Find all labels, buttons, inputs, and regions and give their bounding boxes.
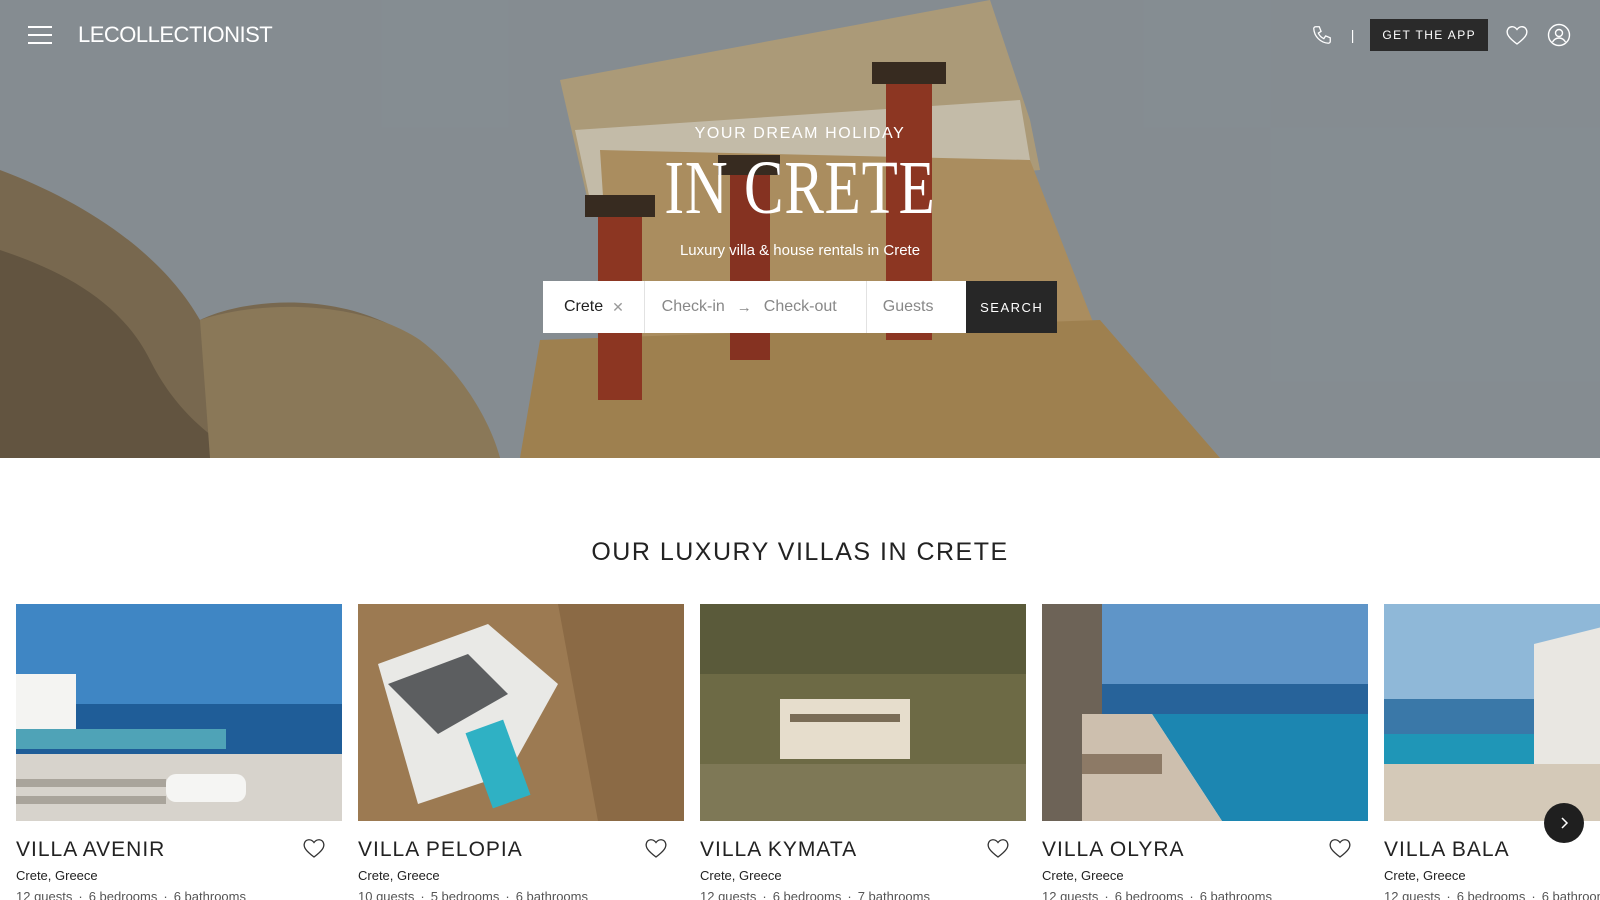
destination-value: Crete [564, 298, 604, 315]
search-button[interactable]: SEARCH [966, 281, 1058, 333]
villa-bedrooms: 6 bedrooms [1456, 889, 1526, 900]
menu-icon[interactable] [28, 24, 52, 46]
villa-name[interactable]: VILLA AVENIR [16, 838, 165, 862]
villa-bathrooms: 6 bathrooms [1199, 889, 1272, 900]
villa-image[interactable] [700, 604, 1026, 821]
logo[interactable]: LECOLLECTIONIST [78, 22, 273, 48]
meta-dot: · [78, 889, 83, 900]
heart-icon[interactable] [1502, 20, 1532, 50]
villa-details: 12 guests · 6 bedrooms · 6 bathrooms [1384, 889, 1600, 900]
villa-card[interactable]: VILLA OLYRA Crete, Greece 12 guests · 6 be… [1042, 604, 1368, 900]
villa-bathrooms: 6 bathrooms [173, 889, 246, 900]
villa-bedrooms: 5 bedrooms [430, 889, 500, 900]
meta-dot: · [847, 889, 852, 900]
heart-icon[interactable] [302, 837, 328, 861]
villa-guests: 10 guests [358, 889, 415, 900]
meta-dot: · [1189, 889, 1194, 900]
villa-card[interactable]: VILLA KYMATA Crete, Greece 12 guests · 6 b… [700, 604, 1026, 900]
villa-bathrooms: 6 bathrooms [515, 889, 588, 900]
chevron-right-icon[interactable] [1544, 803, 1584, 843]
top-actions: | GET THE APP [1307, 19, 1574, 51]
villa-name[interactable]: VILLA OLYRA [1042, 838, 1185, 862]
heart-icon[interactable] [1328, 837, 1354, 861]
guests-field[interactable]: Guests [867, 281, 967, 333]
checkin-placeholder[interactable]: Check-in [662, 298, 725, 316]
villa-card[interactable]: VILLA PELOPIA Crete, Greece 10 guests · 5 … [358, 604, 684, 900]
checkout-placeholder[interactable]: Check-out [764, 298, 837, 316]
villa-name[interactable]: VILLA PELOPIA [358, 838, 523, 862]
villa-details: 10 guests · 5 bedrooms · 6 bathrooms [358, 889, 588, 900]
phone-icon[interactable] [1307, 20, 1337, 50]
villa-guests: 12 guests [1042, 889, 1099, 900]
meta-dot: · [1104, 889, 1109, 900]
meta-dot: · [1446, 889, 1451, 900]
villa-details: 12 guests · 6 bedrooms · 7 bathrooms [700, 889, 930, 900]
villa-card[interactable]: VILLA BALA Crete, Greece 12 guests · 6 bed… [1384, 604, 1600, 900]
villa-image[interactable] [1384, 604, 1600, 821]
user-icon[interactable] [1544, 20, 1574, 50]
villa-location: Crete, Greece [1384, 868, 1466, 883]
villa-guests: 12 guests [16, 889, 73, 900]
date-range-field[interactable]: Check-in → Check-out [645, 281, 867, 333]
villa-image[interactable] [1042, 604, 1368, 821]
villa-details: 12 guests · 6 bedrooms · 6 bathrooms [16, 889, 246, 900]
villa-details: 12 guests · 6 bedrooms · 6 bathrooms [1042, 889, 1272, 900]
page-title: IN CRETE [664, 146, 936, 230]
heart-icon[interactable] [986, 837, 1012, 861]
villa-guests: 12 guests [1384, 889, 1441, 900]
meta-dot: · [762, 889, 767, 900]
villa-location: Crete, Greece [16, 868, 98, 883]
villa-location: Crete, Greece [1042, 868, 1124, 883]
hero-subtitle: Luxury villa & house rentals in Crete [679, 242, 921, 259]
divider: | [1350, 27, 1355, 43]
destination-field[interactable]: Crete ✕ [543, 281, 645, 333]
villa-guests: 12 guests [700, 889, 757, 900]
arrow-right-icon: → [736, 298, 752, 316]
top-navigation: LECOLLECTIONIST | GET THE APP [0, 0, 1600, 72]
close-icon[interactable]: ✕ [612, 299, 624, 316]
meta-dot: · [163, 889, 168, 900]
section-title: OUR LUXURY VILLAS IN CRETE [591, 538, 1009, 566]
villa-location: Crete, Greece [700, 868, 782, 883]
hero-eyebrow: YOUR DREAM HOLIDAY [694, 125, 906, 142]
heart-icon[interactable] [644, 837, 670, 861]
villa-bathrooms: 6 bathrooms [1541, 889, 1600, 900]
villa-bathrooms: 7 bathrooms [857, 889, 930, 900]
villa-carousel: VILLA AVENIR Crete, Greece 12 guests · 6 b… [16, 604, 1600, 900]
meta-dot: · [505, 889, 510, 900]
villa-bedrooms: 6 bedrooms [88, 889, 158, 900]
hero-banner: LECOLLECTIONIST | GET THE APP YOUR DREAM… [0, 0, 1600, 458]
villa-name[interactable]: VILLA KYMATA [700, 838, 857, 862]
villa-location: Crete, Greece [358, 868, 440, 883]
search-bar: Crete ✕ Check-in → Check-out Guests SEAR… [543, 281, 1058, 333]
villa-image[interactable] [16, 604, 342, 821]
villa-image[interactable] [358, 604, 684, 821]
villa-card[interactable]: VILLA AVENIR Crete, Greece 12 guests · 6 b… [16, 604, 342, 900]
get-the-app-button[interactable]: GET THE APP [1370, 19, 1488, 51]
guests-placeholder: Guests [882, 298, 934, 315]
villa-bedrooms: 6 bedrooms [772, 889, 842, 900]
meta-dot: · [1531, 889, 1536, 900]
meta-dot: · [420, 889, 425, 900]
villa-name[interactable]: VILLA BALA [1384, 838, 1510, 862]
villa-bedrooms: 6 bedrooms [1114, 889, 1184, 900]
